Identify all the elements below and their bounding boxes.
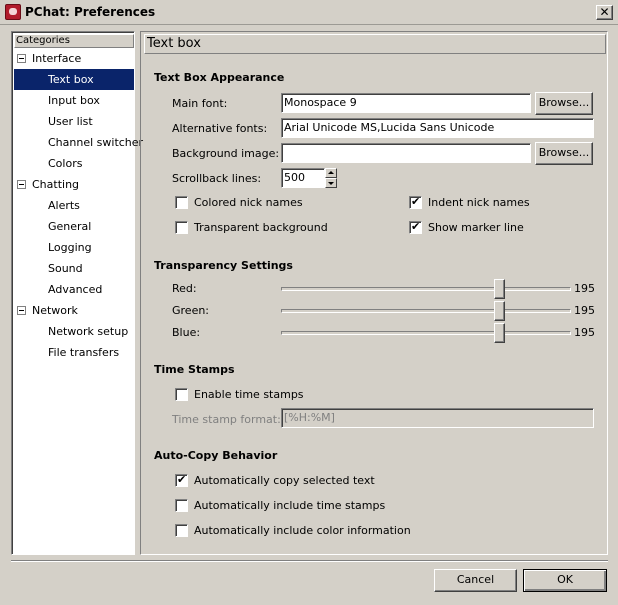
- tree-item-label: Network setup: [48, 325, 129, 338]
- tree-item-label: Text box: [48, 73, 94, 86]
- tree-item-input-box[interactable]: Input box: [14, 90, 134, 111]
- footer-divider: [11, 560, 608, 562]
- transparent-background-checkbox[interactable]: [175, 221, 188, 234]
- tree-item-label: Chatting: [32, 178, 80, 191]
- tree-item-chatting[interactable]: Chatting: [14, 174, 134, 195]
- red-label: Red:: [172, 282, 197, 295]
- green-label: Green:: [172, 304, 210, 317]
- page-title: Text box: [144, 34, 606, 54]
- window-title: PChat: Preferences: [25, 5, 156, 19]
- marker-line-label[interactable]: Show marker line: [428, 221, 524, 234]
- transparent-background-label[interactable]: Transparent background: [194, 221, 328, 234]
- cancel-button[interactable]: Cancel: [434, 569, 517, 592]
- main-font-browse-button[interactable]: Browse...: [535, 92, 593, 115]
- close-button[interactable]: ✕: [596, 5, 613, 20]
- red-slider-thumb[interactable]: [494, 279, 505, 299]
- tree-item-label: Alerts: [48, 199, 80, 212]
- green-slider-track[interactable]: [281, 309, 571, 313]
- blue-slider-thumb[interactable]: [494, 323, 505, 343]
- title-bar[interactable]: PChat: Preferences ✕: [0, 0, 618, 25]
- alt-fonts-label: Alternative fonts:: [172, 122, 268, 135]
- timestamps-section-title: Time Stamps: [154, 363, 235, 376]
- categories-tree[interactable]: Categories Interface Text box Input box …: [11, 31, 143, 555]
- settings-panel: Text box Text Box Appearance Main font: …: [140, 31, 608, 555]
- green-slider-thumb[interactable]: [494, 301, 505, 321]
- tree-item-label: File transfers: [48, 346, 120, 359]
- alt-fonts-input[interactable]: Arial Unicode MS,Lucida Sans Unicode: [281, 118, 594, 138]
- tree-item-logging[interactable]: Logging: [14, 237, 134, 258]
- indent-nick-label[interactable]: Indent nick names: [428, 196, 530, 209]
- spin-down-icon[interactable]: [325, 178, 337, 188]
- autocopy-section-title: Auto-Copy Behavior: [154, 449, 278, 462]
- collapse-icon[interactable]: [17, 54, 26, 63]
- appearance-section-title: Text Box Appearance: [154, 71, 285, 84]
- scrollback-spinner[interactable]: [325, 168, 337, 188]
- tree-item-sound[interactable]: Sound: [14, 258, 134, 279]
- scrollback-lines-label: Scrollback lines:: [172, 172, 262, 185]
- transparency-section-title: Transparency Settings: [154, 259, 293, 272]
- timestamp-format-label: Time stamp format:: [172, 413, 281, 426]
- tree-item-network-setup[interactable]: Network setup: [14, 321, 134, 342]
- tree-item-label: Interface: [32, 52, 82, 65]
- app-icon: [5, 4, 21, 20]
- timestamp-format-input: [%H:%M]: [281, 408, 594, 428]
- tree-item-channel-switcher[interactable]: Channel switcher: [14, 132, 143, 153]
- main-font-input[interactable]: Monospace 9: [281, 93, 531, 113]
- tree-item-label: Logging: [48, 241, 92, 254]
- spin-up-icon[interactable]: [325, 168, 337, 178]
- tree-item-alerts[interactable]: Alerts: [14, 195, 134, 216]
- tree-item-text-box[interactable]: Text box: [14, 69, 134, 90]
- preferences-window: PChat: Preferences ✕ Categories Interfac…: [0, 0, 618, 605]
- collapse-icon[interactable]: [17, 180, 26, 189]
- tree-item-interface[interactable]: Interface: [14, 48, 134, 69]
- enable-timestamps-checkbox[interactable]: [175, 388, 188, 401]
- categories-header[interactable]: Categories: [14, 34, 134, 48]
- collapse-icon[interactable]: [17, 306, 26, 315]
- tree-item-label: Channel switcher: [48, 136, 144, 149]
- tree-item-label: Sound: [48, 262, 83, 275]
- blue-value: 195: [574, 326, 595, 339]
- blue-slider-track[interactable]: [281, 331, 571, 335]
- tree-item-label: Colors: [48, 157, 83, 170]
- include-timestamps-checkbox[interactable]: [175, 499, 188, 512]
- tree-item-label: Network: [32, 304, 78, 317]
- tree-item-network[interactable]: Network: [14, 300, 134, 321]
- tree-item-general[interactable]: General: [14, 216, 134, 237]
- include-color-label[interactable]: Automatically include color information: [194, 524, 411, 537]
- tree-item-advanced[interactable]: Advanced: [14, 279, 134, 300]
- colored-nick-label[interactable]: Colored nick names: [194, 196, 303, 209]
- include-timestamps-label[interactable]: Automatically include time stamps: [194, 499, 385, 512]
- red-slider-track[interactable]: [281, 287, 571, 291]
- scrollback-lines-input[interactable]: 500: [281, 168, 325, 188]
- include-color-checkbox[interactable]: [175, 524, 188, 537]
- colored-nick-checkbox[interactable]: [175, 196, 188, 209]
- background-image-label: Background image:: [172, 147, 280, 160]
- tree-item-label: User list: [48, 115, 93, 128]
- tree-item-label: General: [48, 220, 92, 233]
- marker-line-checkbox[interactable]: [409, 220, 422, 234]
- background-image-browse-button[interactable]: Browse...: [535, 142, 593, 165]
- background-image-input[interactable]: [281, 143, 531, 163]
- ok-button[interactable]: OK: [523, 569, 607, 592]
- tree-item-label: Input box: [48, 94, 100, 107]
- copy-selected-label[interactable]: Automatically copy selected text: [194, 474, 375, 487]
- enable-timestamps-label[interactable]: Enable time stamps: [194, 388, 304, 401]
- tree-item-user-list[interactable]: User list: [14, 111, 134, 132]
- blue-label: Blue:: [172, 326, 201, 339]
- copy-selected-checkbox[interactable]: [175, 473, 188, 487]
- red-value: 195: [574, 282, 595, 295]
- tree-item-file-transfers[interactable]: File transfers: [14, 342, 134, 363]
- tree-item-label: Advanced: [48, 283, 103, 296]
- tree-item-colors[interactable]: Colors: [14, 153, 134, 174]
- indent-nick-checkbox[interactable]: [409, 195, 422, 209]
- main-font-label: Main font:: [172, 97, 228, 110]
- green-value: 195: [574, 304, 595, 317]
